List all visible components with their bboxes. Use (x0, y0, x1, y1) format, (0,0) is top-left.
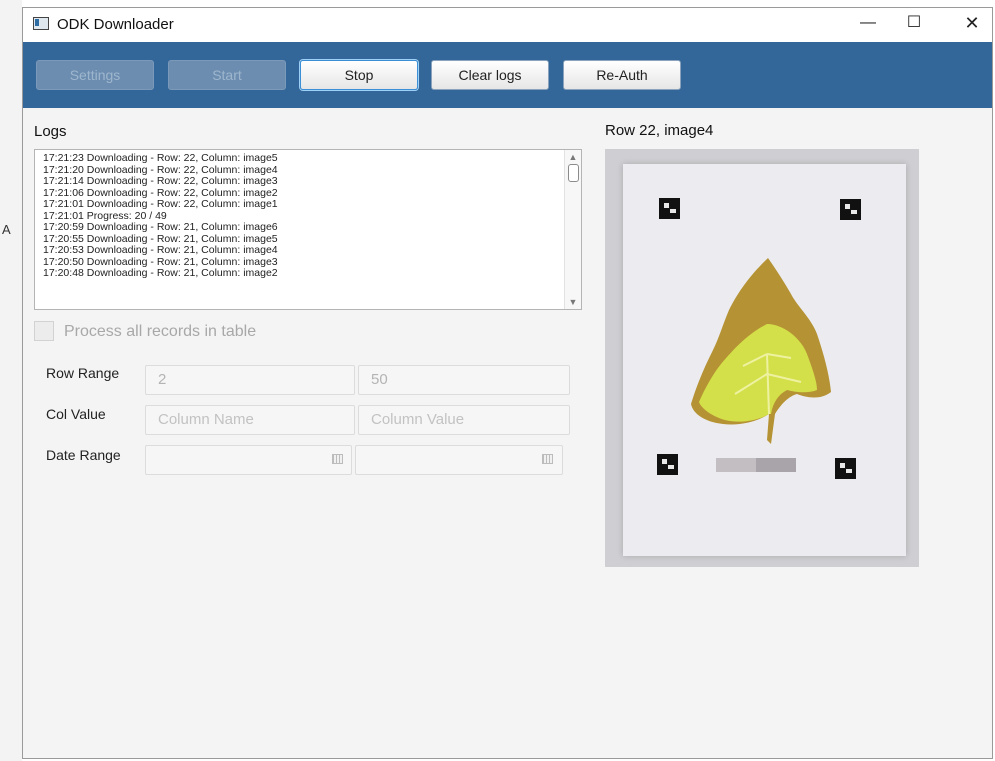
title-bar[interactable]: ODK Downloader — ☐ ✕ (23, 8, 992, 42)
log-line: 17:20:53 Downloading - Row: 21, Column: … (43, 244, 278, 256)
log-lines: 17:21:23 Downloading - Row: 22, Column: … (43, 152, 563, 280)
scroll-thumb[interactable] (568, 164, 579, 182)
app-icon (33, 17, 49, 30)
log-list[interactable]: 17:21:23 Downloading - Row: 22, Column: … (34, 149, 582, 310)
column-name-input[interactable]: Column Name (145, 405, 355, 435)
row-range-to-input[interactable]: 50 (358, 365, 570, 395)
app-window: ODK Downloader — ☐ ✕ Settings Start Stop… (22, 7, 993, 759)
paper-sheet (623, 164, 906, 556)
start-button[interactable]: Start (168, 60, 286, 90)
fiducial-marker (835, 458, 856, 479)
date-range-label: Date Range (46, 447, 121, 463)
row-range-label: Row Range (46, 365, 120, 381)
maximize-button[interactable]: ☐ (891, 8, 937, 40)
scroll-up-icon[interactable]: ▲ (565, 150, 581, 164)
window-title: ODK Downloader (57, 16, 174, 33)
fiducial-marker (657, 454, 678, 475)
scroll-down-icon[interactable]: ▼ (565, 295, 581, 309)
clear-logs-button[interactable]: Clear logs (431, 60, 549, 90)
log-line: 17:21:23 Downloading - Row: 22, Column: … (43, 152, 278, 164)
date-from-input[interactable] (145, 445, 352, 475)
fiducial-marker (840, 199, 861, 220)
toolbar: Settings Start Stop Clear logs Re-Auth (23, 42, 992, 108)
calendar-icon[interactable] (332, 454, 343, 464)
settings-button[interactable]: Settings (36, 60, 154, 90)
logs-label: Logs (34, 123, 67, 140)
leaf-image (691, 258, 831, 444)
row-range-from-input[interactable]: 2 (145, 365, 355, 395)
calendar-icon[interactable] (542, 454, 553, 464)
process-all-label: Process all records in table (64, 323, 257, 340)
stop-button[interactable]: Stop (300, 60, 418, 90)
log-scrollbar[interactable]: ▲ ▼ (564, 150, 581, 309)
col-value-label: Col Value (46, 406, 106, 422)
desktop-edge-mark: A (2, 222, 11, 237)
log-line: 17:20:59 Downloading - Row: 21, Column: … (43, 221, 278, 233)
desktop-background: A (0, 0, 22, 761)
close-button[interactable]: ✕ (949, 8, 992, 40)
preview-title: Row 22, image4 (605, 122, 714, 139)
preview-image (605, 149, 919, 567)
log-line: 17:20:48 Downloading - Row: 21, Column: … (43, 267, 278, 279)
process-all-checkbox[interactable] (34, 321, 54, 341)
date-to-input[interactable] (355, 445, 563, 475)
minimize-button[interactable]: — (845, 8, 891, 40)
color-calibration-bar (716, 458, 796, 472)
fiducial-marker (659, 198, 680, 219)
re-auth-button[interactable]: Re-Auth (563, 60, 681, 90)
column-value-input[interactable]: Column Value (358, 405, 570, 435)
log-line: 17:21:01 Downloading - Row: 22, Column: … (43, 198, 278, 210)
log-line: 17:21:14 Downloading - Row: 22, Column: … (43, 175, 278, 187)
